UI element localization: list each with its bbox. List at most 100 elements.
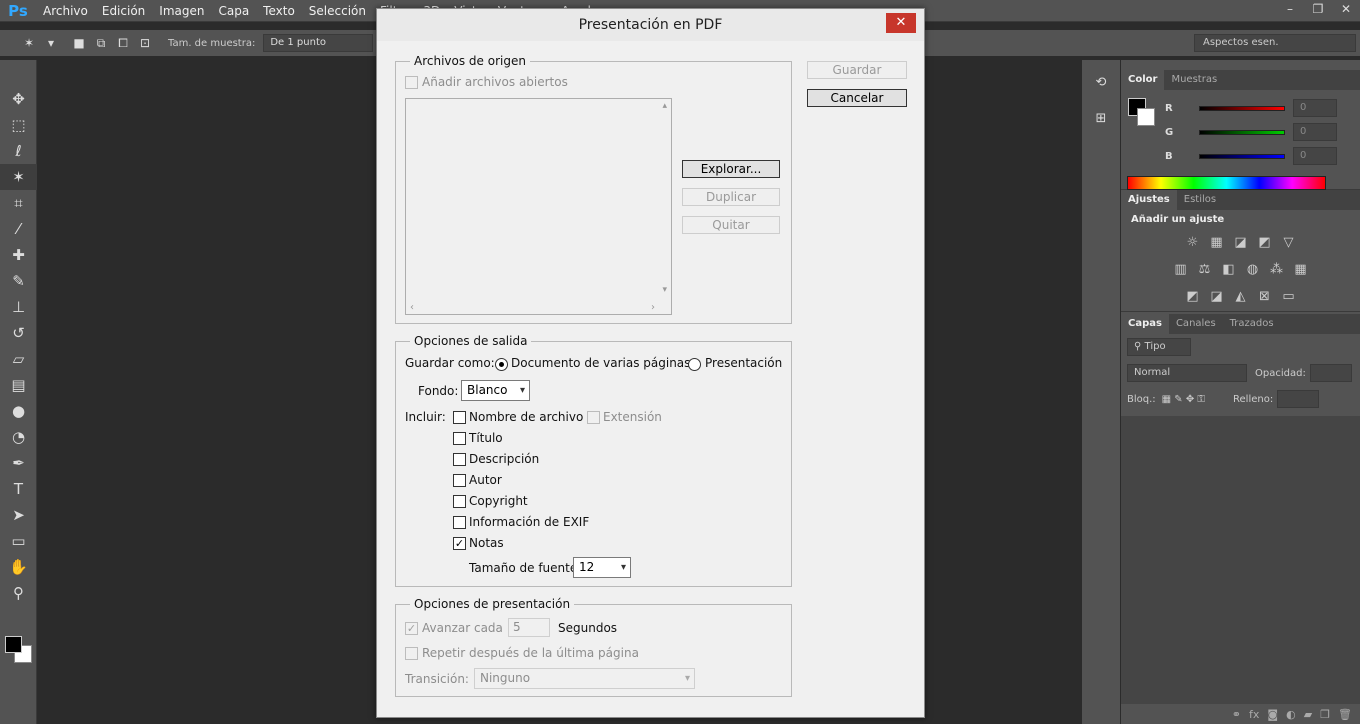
curves-icon[interactable]: ◪: [1232, 234, 1250, 252]
black-white-icon[interactable]: ◧: [1220, 261, 1238, 279]
advance-checkbox[interactable]: ✓: [405, 622, 418, 635]
link-layers-icon[interactable]: ⚭: [1232, 708, 1241, 721]
zoom-tool-icon[interactable]: ⚲: [0, 580, 37, 606]
magic-wand-icon[interactable]: ✶: [18, 33, 40, 53]
tab-styles[interactable]: Estilos: [1177, 190, 1223, 210]
close-icon[interactable]: ✕: [886, 13, 916, 33]
cancel-button[interactable]: Cancelar: [807, 89, 907, 107]
healing-brush-tool-icon[interactable]: ✚: [0, 242, 37, 268]
threshold-icon[interactable]: ◭: [1232, 288, 1250, 306]
transition-select[interactable]: Ninguno ▾: [474, 668, 695, 689]
brush-tool-icon[interactable]: ✎: [0, 268, 37, 294]
tab-paths[interactable]: Trazados: [1223, 314, 1281, 334]
source-files-list[interactable]: ▴ ▾ ‹ ›: [405, 98, 672, 315]
red-slider[interactable]: [1199, 105, 1285, 111]
tab-swatches[interactable]: Muestras: [1164, 70, 1224, 90]
properties-panel-icon[interactable]: ⊞: [1082, 106, 1120, 132]
author-checkbox[interactable]: [453, 474, 466, 487]
dodge-tool-icon[interactable]: ◔: [0, 424, 37, 450]
loop-checkbox[interactable]: [405, 647, 418, 660]
marquee-tool-icon[interactable]: ⬚: [0, 112, 37, 138]
menu-capa[interactable]: Capa: [218, 4, 249, 18]
crop-tool-icon[interactable]: ⌗: [0, 190, 37, 216]
color-bg-swatch[interactable]: [1137, 108, 1155, 126]
new-selection-icon[interactable]: ■: [68, 33, 90, 53]
lock-icon[interactable]: ▦ ✎ ✥ ⚿: [1162, 394, 1205, 405]
type-tool-icon[interactable]: T: [0, 476, 37, 502]
tab-channels[interactable]: Canales: [1169, 314, 1223, 334]
vibrance-icon[interactable]: ▽: [1280, 234, 1298, 252]
eraser-tool-icon[interactable]: ▱: [0, 346, 37, 372]
duplicate-button[interactable]: Duplicar: [682, 188, 780, 206]
menu-edicion[interactable]: Edición: [102, 4, 145, 18]
gradient-tool-icon[interactable]: ▤: [0, 372, 37, 398]
group-folder-icon[interactable]: ▰: [1304, 708, 1312, 721]
green-value[interactable]: 0: [1293, 123, 1337, 141]
scroll-down-icon[interactable]: ▾: [662, 285, 667, 295]
tab-adjustments[interactable]: Ajustes: [1121, 190, 1177, 210]
hue-saturation-icon[interactable]: ▥: [1172, 261, 1190, 279]
tab-layers[interactable]: Capas: [1121, 314, 1169, 334]
background-select[interactable]: Blanco ▾: [461, 380, 530, 401]
red-value[interactable]: 0: [1293, 99, 1337, 117]
save-button[interactable]: Guardar: [807, 61, 907, 79]
font-size-select[interactable]: 12 ▾: [573, 557, 631, 578]
menu-seleccion[interactable]: Selección: [309, 4, 366, 18]
remove-button[interactable]: Quitar: [682, 216, 780, 234]
posterize-icon[interactable]: ◪: [1208, 288, 1226, 306]
chevron-down-icon[interactable]: ▾: [40, 33, 62, 53]
shape-tool-icon[interactable]: ▭: [0, 528, 37, 554]
selective-color-icon[interactable]: ⊠: [1256, 288, 1274, 306]
history-brush-tool-icon[interactable]: ↺: [0, 320, 37, 346]
advance-seconds-input[interactable]: 5: [508, 618, 550, 637]
adjustment-layer-icon[interactable]: ◐: [1286, 708, 1296, 721]
color-balance-icon[interactable]: ⚖: [1196, 261, 1214, 279]
exposure-icon[interactable]: ◩: [1256, 234, 1274, 252]
add-selection-icon[interactable]: ⧉: [90, 33, 112, 53]
presentation-radio[interactable]: [688, 358, 701, 371]
move-tool-icon[interactable]: ✥: [0, 86, 37, 112]
eyedropper-tool-icon[interactable]: ⁄: [0, 216, 37, 242]
sample-size-select[interactable]: De 1 punto: [263, 34, 374, 52]
close-window-button[interactable]: ✕: [1332, 0, 1360, 18]
photo-filter-icon[interactable]: ◍: [1244, 261, 1262, 279]
lasso-tool-icon[interactable]: ℓ: [0, 138, 37, 164]
levels-icon[interactable]: ▦: [1208, 234, 1226, 252]
layer-kind-filter[interactable]: ⚲ Tipo: [1127, 338, 1191, 356]
invert-icon[interactable]: ◩: [1184, 288, 1202, 306]
scroll-right-icon[interactable]: ›: [651, 302, 655, 313]
menu-texto[interactable]: Texto: [263, 4, 295, 18]
scroll-up-icon[interactable]: ▴: [662, 101, 667, 111]
scroll-left-icon[interactable]: ‹: [410, 302, 414, 313]
extension-checkbox[interactable]: [587, 411, 600, 424]
history-panel-icon[interactable]: ⟲: [1082, 70, 1120, 96]
blur-tool-icon[interactable]: ●: [0, 398, 37, 424]
intersect-selection-icon[interactable]: ⊡: [134, 33, 156, 53]
foreground-color-swatch[interactable]: [5, 636, 22, 653]
description-checkbox[interactable]: [453, 453, 466, 466]
brightness-icon[interactable]: ☼: [1184, 234, 1202, 252]
notes-checkbox[interactable]: ✓: [453, 537, 466, 550]
maximize-button[interactable]: ❐: [1304, 0, 1332, 18]
title-checkbox[interactable]: [453, 432, 466, 445]
path-selection-tool-icon[interactable]: ➤: [0, 502, 37, 528]
blue-slider[interactable]: [1199, 153, 1285, 159]
filename-checkbox[interactable]: [453, 411, 466, 424]
blue-value[interactable]: 0: [1293, 147, 1337, 165]
subtract-selection-icon[interactable]: ⧠: [112, 33, 134, 53]
menu-archivo[interactable]: Archivo: [43, 4, 88, 18]
hand-tool-icon[interactable]: ✋: [0, 554, 37, 580]
blend-mode-select[interactable]: Normal: [1127, 364, 1247, 382]
copyright-checkbox[interactable]: [453, 495, 466, 508]
opacity-input[interactable]: [1309, 364, 1352, 382]
browse-button[interactable]: Explorar...: [682, 160, 780, 178]
new-layer-icon[interactable]: ❐: [1320, 708, 1330, 721]
green-slider[interactable]: [1199, 129, 1285, 135]
pen-tool-icon[interactable]: ✒: [0, 450, 37, 476]
fx-icon[interactable]: fx: [1249, 708, 1259, 721]
exif-checkbox[interactable]: [453, 516, 466, 529]
fill-input[interactable]: [1277, 390, 1320, 408]
add-open-files-checkbox[interactable]: [405, 76, 418, 89]
multipage-radio[interactable]: [495, 358, 508, 371]
layers-list[interactable]: [1121, 416, 1360, 704]
